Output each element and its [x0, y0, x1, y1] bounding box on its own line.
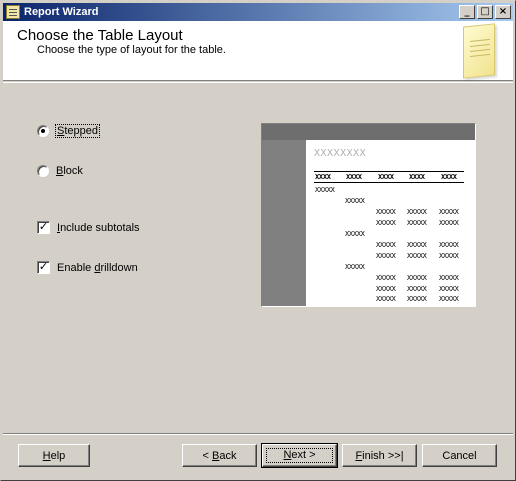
block-label[interactable]: Block [56, 165, 83, 177]
note-pad-icon [463, 23, 495, 79]
preview-detail-cell: XXXXX [439, 219, 459, 227]
header-divider [3, 82, 513, 83]
preview-title: XXXXXXXX [314, 148, 367, 159]
preview-header-cell: XXXX [315, 173, 331, 181]
preview-detail-cell: XXXXX [376, 208, 396, 216]
page-subtitle: Choose the type of layout for the table. [37, 44, 226, 56]
preview-detail-cell: XXXXX [376, 241, 396, 249]
preview-detail-cell: XXXXX [439, 285, 459, 293]
stepped-option[interactable]: Stepped [37, 124, 100, 138]
report-wizard-window: Report Wizard _ □ × Choose the Table Lay… [0, 0, 516, 481]
include-subtotals-checkbox[interactable]: ✓ [37, 221, 50, 234]
preview-page: XXXXXXXX XXXX XXXX XXXX XXXX XXXX XXXXX … [306, 140, 476, 306]
title-bar[interactable]: Report Wizard _ □ × [3, 3, 513, 21]
include-subtotals-option[interactable]: ✓ Include subtotals [37, 221, 140, 234]
include-subtotals-label[interactable]: Include subtotals [57, 222, 140, 234]
enable-drilldown-option[interactable]: ✓ Enable drilldown [37, 261, 138, 274]
preview-detail-cell: XXXXX [407, 285, 427, 293]
preview-group2-cell: XXXXX [345, 263, 365, 271]
preview-detail-cell: XXXXX [376, 274, 396, 282]
preview-detail-cell: XXXXX [407, 219, 427, 227]
preview-detail-cell: XXXXX [376, 295, 396, 303]
enable-drilldown-label[interactable]: Enable drilldown [57, 262, 138, 274]
preview-detail-cell: XXXXX [439, 252, 459, 260]
help-button[interactable]: Help [18, 444, 90, 467]
preview-detail-cell: XXXXX [376, 285, 396, 293]
enable-drilldown-checkbox[interactable]: ✓ [37, 261, 50, 274]
preview-header-line-bottom [314, 182, 464, 183]
preview-detail-cell: XXXXX [439, 274, 459, 282]
preview-group2-cell: XXXXX [345, 197, 365, 205]
maximize-button[interactable]: □ [477, 5, 493, 19]
preview-detail-cell: XXXXX [439, 208, 459, 216]
cancel-button[interactable]: Cancel [422, 444, 497, 467]
wizard-header: Choose the Table Layout Choose the type … [3, 21, 513, 81]
preview-group1-cell: XXXXX [315, 186, 335, 194]
layout-preview: XXXXXXXX XXXX XXXX XXXX XXXX XXXX XXXXX … [261, 123, 476, 307]
window-title: Report Wizard [24, 6, 99, 18]
stepped-radio[interactable] [37, 125, 49, 137]
preview-detail-cell: XXXXX [407, 241, 427, 249]
preview-detail-cell: XXXXX [376, 219, 396, 227]
preview-detail-cell: XXXXX [407, 252, 427, 260]
next-button[interactable]: Next > [261, 443, 338, 468]
footer-divider-highlight [3, 434, 513, 435]
preview-detail-cell: XXXXX [439, 241, 459, 249]
preview-header-cell: XXXX [409, 173, 425, 181]
preview-header-line-top [314, 171, 464, 172]
preview-header-cell: XXXX [441, 173, 457, 181]
preview-detail-cell: XXXXX [407, 295, 427, 303]
preview-group2-cell: XXXXX [345, 230, 365, 238]
finish-button[interactable]: Finish >>| [342, 444, 417, 467]
preview-detail-cell: XXXXX [407, 274, 427, 282]
stepped-label[interactable]: Stepped [55, 124, 100, 138]
preview-detail-cell: XXXXX [439, 295, 459, 303]
close-button[interactable]: × [495, 5, 511, 19]
preview-header-cell: XXXX [346, 173, 362, 181]
wizard-app-icon [6, 5, 20, 19]
block-radio[interactable] [37, 165, 49, 177]
preview-detail-cell: XXXXX [407, 208, 427, 216]
back-button[interactable]: < Back [182, 444, 257, 467]
minimize-button[interactable]: _ [459, 5, 475, 19]
preview-top-band [262, 124, 475, 140]
block-option[interactable]: Block [37, 165, 83, 177]
preview-header-cell: XXXX [378, 173, 394, 181]
page-title: Choose the Table Layout [17, 27, 183, 44]
preview-detail-cell: XXXXX [376, 252, 396, 260]
